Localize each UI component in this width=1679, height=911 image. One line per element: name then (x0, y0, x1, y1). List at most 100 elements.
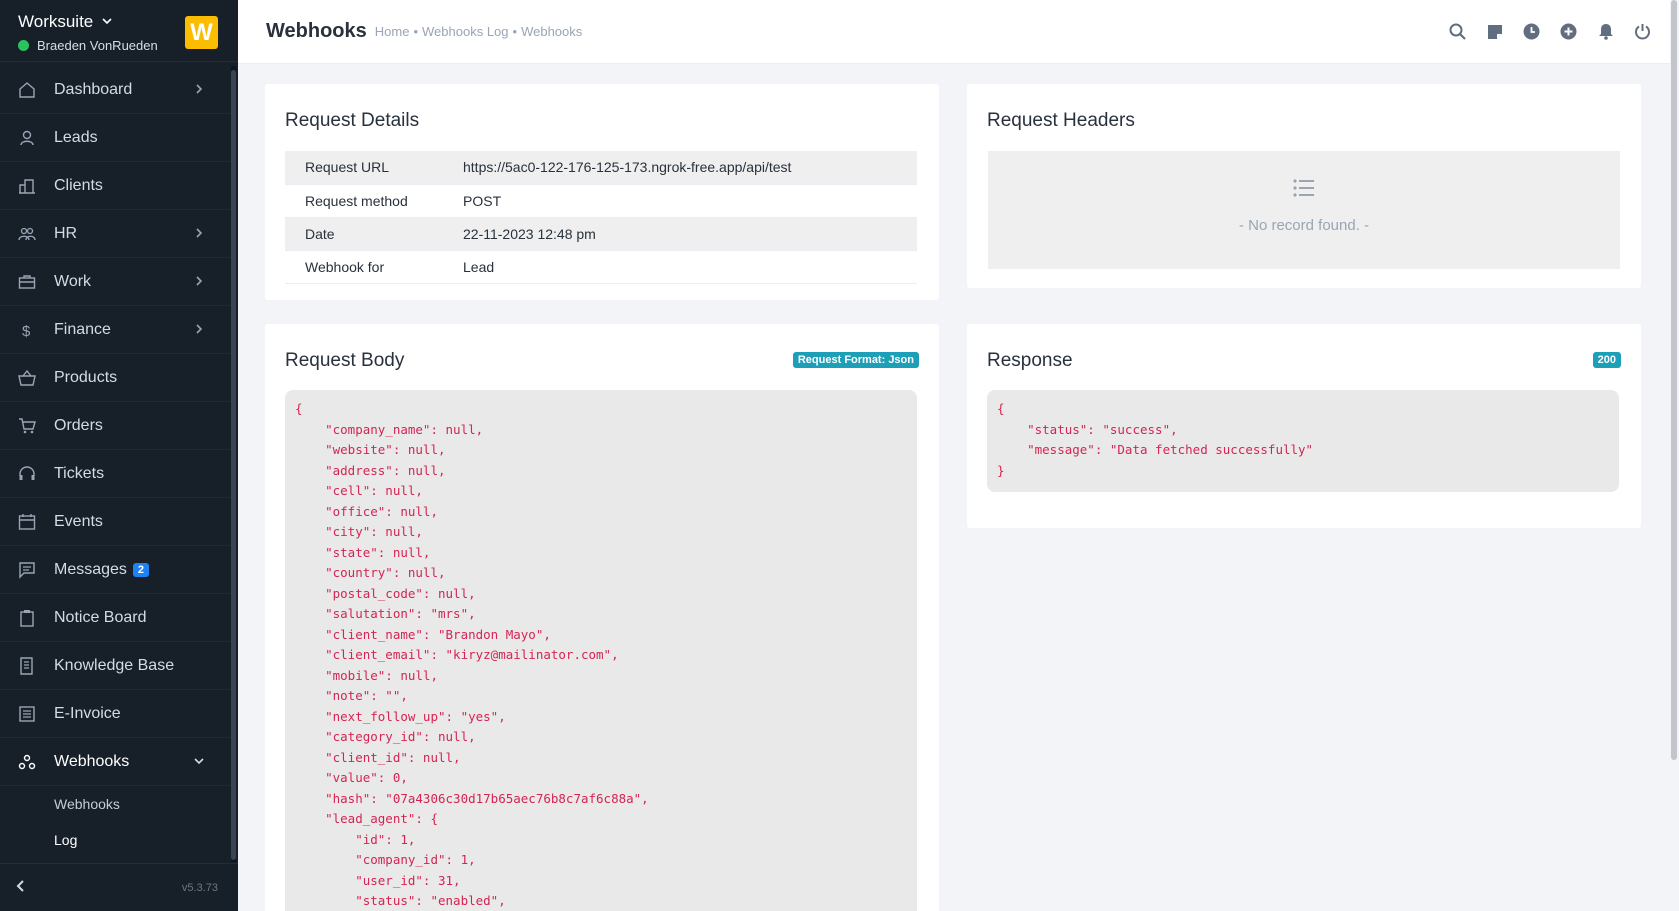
search-icon[interactable] (1448, 22, 1467, 41)
headset-icon (18, 465, 36, 483)
unread-count-badge: 2 (132, 562, 150, 577)
power-icon[interactable] (1633, 22, 1652, 41)
request-body-title: Request Body (285, 350, 405, 371)
sidebar-item-messages[interactable]: Messages 2 (0, 546, 231, 594)
table-row: Request URL https://5ac0-122-176-125-173… (285, 151, 917, 185)
sidebar-item-label: Orders (54, 416, 103, 434)
sidebar-item-leads[interactable]: Leads (0, 114, 231, 162)
sidebar-item-orders[interactable]: Orders (0, 402, 231, 450)
detail-value: Lead (443, 250, 917, 284)
user-icon (18, 129, 36, 147)
response-status-badge: 200 (1592, 352, 1621, 368)
detail-value: https://5ac0-122-176-125-173.ngrok-free.… (443, 151, 917, 185)
sidebar-item-clients[interactable]: Clients (0, 162, 231, 210)
book-icon (18, 656, 36, 675)
breadcrumb-separator: • (512, 24, 518, 39)
request-details-title: Request Details (285, 110, 420, 131)
chevron-down-icon (193, 754, 205, 770)
clipboard-icon (18, 609, 36, 627)
people-icon (18, 225, 36, 243)
cart-icon (18, 417, 36, 435)
response-card: Response 200 { "status": "success", "mes… (967, 324, 1641, 528)
header-actions (1448, 22, 1652, 41)
request-headers-card: Request Headers - No record found. - (967, 84, 1641, 288)
sidebar-item-label: Work (54, 272, 92, 290)
calendar-icon (18, 513, 36, 531)
list-icon (1293, 177, 1315, 203)
receipt-icon (18, 705, 36, 723)
request-details-table: Request URL https://5ac0-122-176-125-173… (285, 151, 917, 284)
request-format-badge: Request Format: Json (792, 352, 919, 368)
clock-icon[interactable] (1522, 22, 1541, 41)
breadcrumb-home[interactable]: Home (375, 24, 410, 39)
sidebar-item-tickets[interactable]: Tickets (0, 450, 231, 498)
breadcrumb-separator: • (413, 24, 419, 39)
bell-icon[interactable] (1596, 22, 1615, 41)
sidebar-item-label: Dashboard (54, 80, 133, 98)
empty-text: - No record found. - (1238, 216, 1370, 234)
chevron-right-icon (193, 322, 205, 338)
submenu-item-webhooks[interactable]: Webhooks (0, 786, 231, 822)
chevron-down-icon (101, 15, 113, 30)
submenu-item-log[interactable]: Log (0, 822, 231, 858)
breadcrumb-current: Webhooks (521, 24, 583, 39)
online-status-icon (18, 40, 29, 51)
detail-value: 22-11-2023 12:48 pm (443, 217, 917, 251)
request-details-card: Request Details Request URL https://5ac0… (265, 84, 939, 300)
collapse-sidebar-button[interactable] (14, 877, 28, 898)
sidebar-item-label: Leads (54, 128, 98, 146)
brand: Worksuite Braeden VonRueden W (0, 0, 238, 62)
sidebar-item-events[interactable]: Events (0, 498, 231, 546)
sidebar-menu: Dashboard Leads Clients HR Work $ Finance Produ… (0, 66, 231, 858)
sticky-note-icon[interactable] (1485, 22, 1504, 41)
empty-state: - No record found. - (988, 151, 1620, 269)
detail-value: POST (443, 184, 917, 218)
sidebar-item-e-invoice[interactable]: E-Invoice (0, 690, 231, 738)
sidebar-item-label: Messages (54, 560, 127, 578)
dollar-icon: $ (18, 321, 36, 339)
sidebar-item-knowledge-base[interactable]: Knowledge Base (0, 642, 231, 690)
add-circle-icon[interactable] (1559, 22, 1578, 41)
sidebar-item-finance[interactable]: $ Finance (0, 306, 231, 354)
detail-key: Date (285, 217, 443, 251)
request-body-code: { "company_name": null, "website": null,… (285, 390, 917, 911)
chevron-right-icon (193, 82, 205, 98)
sidebar-item-label: Tickets (54, 464, 105, 482)
sidebar-item-work[interactable]: Work (0, 258, 231, 306)
request-body-card: Request Body Request Format: Json { "com… (265, 324, 939, 911)
response-title: Response (987, 350, 1073, 371)
chevron-right-icon (193, 274, 205, 290)
table-row: Date 22-11-2023 12:48 pm (285, 217, 917, 251)
sidebar-item-label: Clients (54, 176, 103, 194)
sidebar-footer: v5.3.73 (0, 863, 238, 911)
sidebar-item-label: Webhooks (54, 752, 130, 770)
briefcase-icon (18, 273, 36, 291)
breadcrumb-webhooks-log[interactable]: Webhooks Log (422, 24, 509, 39)
sidebar-item-webhooks[interactable]: Webhooks (0, 738, 231, 786)
sidebar-scrollbar[interactable] (231, 66, 236, 862)
sidebar-item-label: Products (54, 368, 118, 386)
sidebar-item-products[interactable]: Products (0, 354, 231, 402)
home-icon (18, 81, 36, 99)
webhook-icon (18, 753, 36, 771)
response-code: { "status": "success", "message": "Data … (987, 390, 1619, 492)
table-row: Webhook for Lead (285, 250, 917, 284)
sidebar-item-label: Notice Board (54, 608, 147, 626)
sidebar-item-label: Knowledge Base (54, 656, 175, 674)
basket-icon (18, 369, 36, 387)
sidebar-item-hr[interactable]: HR (0, 210, 231, 258)
sidebar: Worksuite Braeden VonRueden W Dashboard L… (0, 0, 238, 911)
chevron-right-icon (193, 226, 205, 242)
svg-text:$: $ (22, 323, 31, 339)
chat-icon (18, 561, 36, 579)
sidebar-item-label: Events (54, 512, 103, 530)
sidebar-item-dashboard[interactable]: Dashboard (0, 66, 231, 114)
app-name: Worksuite (18, 12, 94, 31)
app-logo: W (185, 16, 218, 49)
detail-key: Request URL (285, 151, 443, 185)
main-scrollbar[interactable] (1670, 0, 1679, 911)
sidebar-item-label: E-Invoice (54, 704, 121, 722)
sidebar-item-notice-board[interactable]: Notice Board (0, 594, 231, 642)
request-headers-title: Request Headers (987, 110, 1135, 131)
user-name: Braeden VonRueden (37, 38, 158, 53)
